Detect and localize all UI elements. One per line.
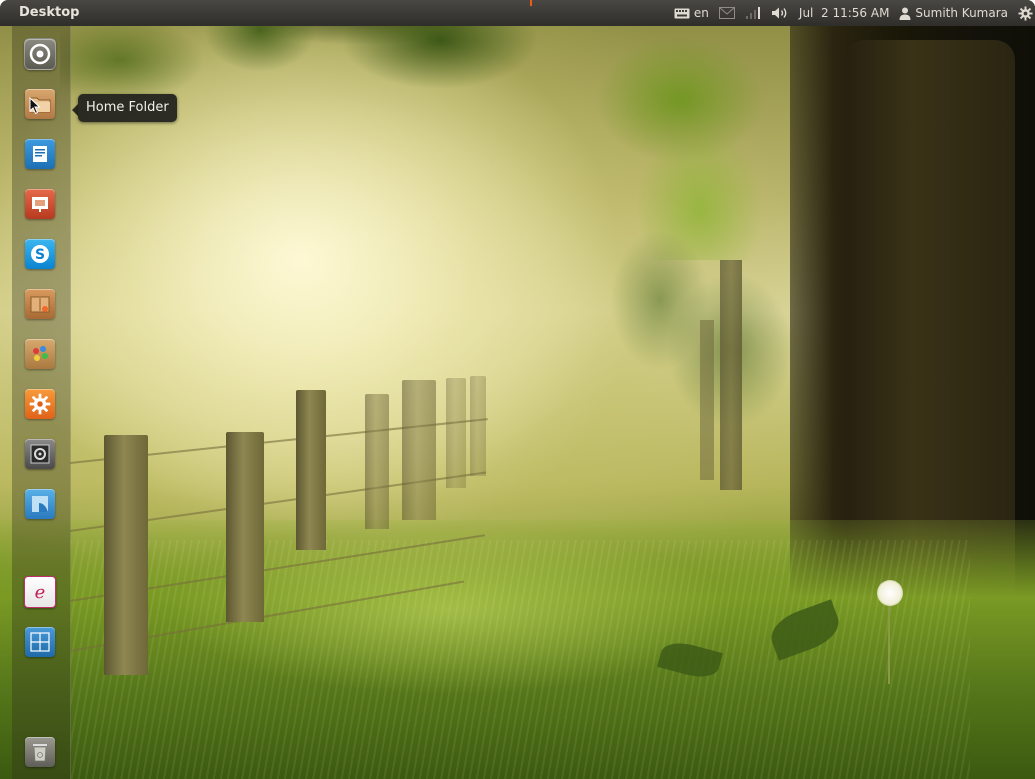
ubuntu-logo-icon xyxy=(24,38,56,70)
wallpaper-trees xyxy=(560,180,820,500)
fence-post xyxy=(446,378,466,488)
gear-icon xyxy=(25,389,55,419)
keyboard-indicator[interactable]: en xyxy=(669,0,714,26)
e-letter-icon: e xyxy=(24,576,56,608)
launcher-settings[interactable] xyxy=(20,384,60,424)
user-name-label: Sumith Kumara xyxy=(915,6,1008,20)
speaker-icon xyxy=(771,6,789,20)
keyboard-layout-label: en xyxy=(693,6,709,20)
clock-text: Jul 2 11:56 AM xyxy=(798,6,890,20)
panel-window-title: Desktop xyxy=(19,5,80,20)
indicator-area: en Jul 2 11:56 AM Sumith Kumara xyxy=(669,0,1035,26)
wallpaper-grass-texture xyxy=(70,540,970,779)
mouse-cursor-icon xyxy=(29,96,41,119)
fence-post xyxy=(402,380,436,520)
mail-icon xyxy=(718,7,735,19)
package-icon xyxy=(25,289,55,319)
gear-icon xyxy=(1018,5,1033,21)
network-indicator[interactable] xyxy=(740,0,766,26)
launcher-system-tool[interactable] xyxy=(20,434,60,474)
mail-indicator[interactable] xyxy=(714,0,740,26)
fence-post xyxy=(470,376,486,476)
person-icon xyxy=(899,7,911,20)
presentation-icon xyxy=(25,189,55,219)
svg-text:S: S xyxy=(35,247,45,263)
wallpaper-thin-trunk xyxy=(720,260,742,490)
launcher-impress[interactable] xyxy=(20,184,60,224)
launcher-dash-home[interactable] xyxy=(20,34,60,74)
svg-text:e: e xyxy=(35,582,46,603)
session-indicator[interactable] xyxy=(1013,0,1035,26)
fence-post xyxy=(365,394,389,529)
fence-post xyxy=(226,432,264,622)
sound-indicator[interactable] xyxy=(766,0,794,26)
launcher-evolution[interactable]: e xyxy=(20,572,60,612)
skype-icon: S xyxy=(25,239,55,269)
palette-icon xyxy=(25,339,55,369)
launcher-workspace-app[interactable] xyxy=(20,484,60,524)
workspace-icon xyxy=(25,489,55,519)
launcher-writer[interactable] xyxy=(20,134,60,174)
dandelion-stem xyxy=(888,604,890,684)
fence-post xyxy=(104,435,148,675)
signal-bars-icon xyxy=(745,6,761,20)
grid-icon xyxy=(25,627,55,657)
fence-post xyxy=(296,390,326,550)
keyboard-icon xyxy=(674,8,690,19)
launcher-archive-manager[interactable] xyxy=(20,284,60,324)
unity-launcher: S e xyxy=(12,26,71,779)
terminal-icon xyxy=(25,439,55,469)
wallpaper-thin-trunk xyxy=(700,320,714,480)
launcher-paint[interactable] xyxy=(20,334,60,374)
clock-indicator[interactable]: Jul 2 11:56 AM xyxy=(794,0,895,26)
trash-icon xyxy=(25,737,55,767)
document-icon xyxy=(25,139,55,169)
user-indicator[interactable]: Sumith Kumara xyxy=(894,0,1013,26)
panel-accent-mark xyxy=(530,0,532,6)
launcher-tooltip: Home Folder xyxy=(78,94,177,122)
desktop-screen: Desktop en Jul 2 11:56 AM Sumith Kumara … xyxy=(0,0,1035,779)
launcher-trash[interactable] xyxy=(20,732,60,772)
dandelion-flower xyxy=(877,580,903,606)
launcher-workspace-switcher[interactable] xyxy=(20,622,60,662)
top-panel: Desktop en Jul 2 11:56 AM Sumith Kumara xyxy=(0,0,1035,26)
launcher-skype[interactable]: S xyxy=(20,234,60,274)
